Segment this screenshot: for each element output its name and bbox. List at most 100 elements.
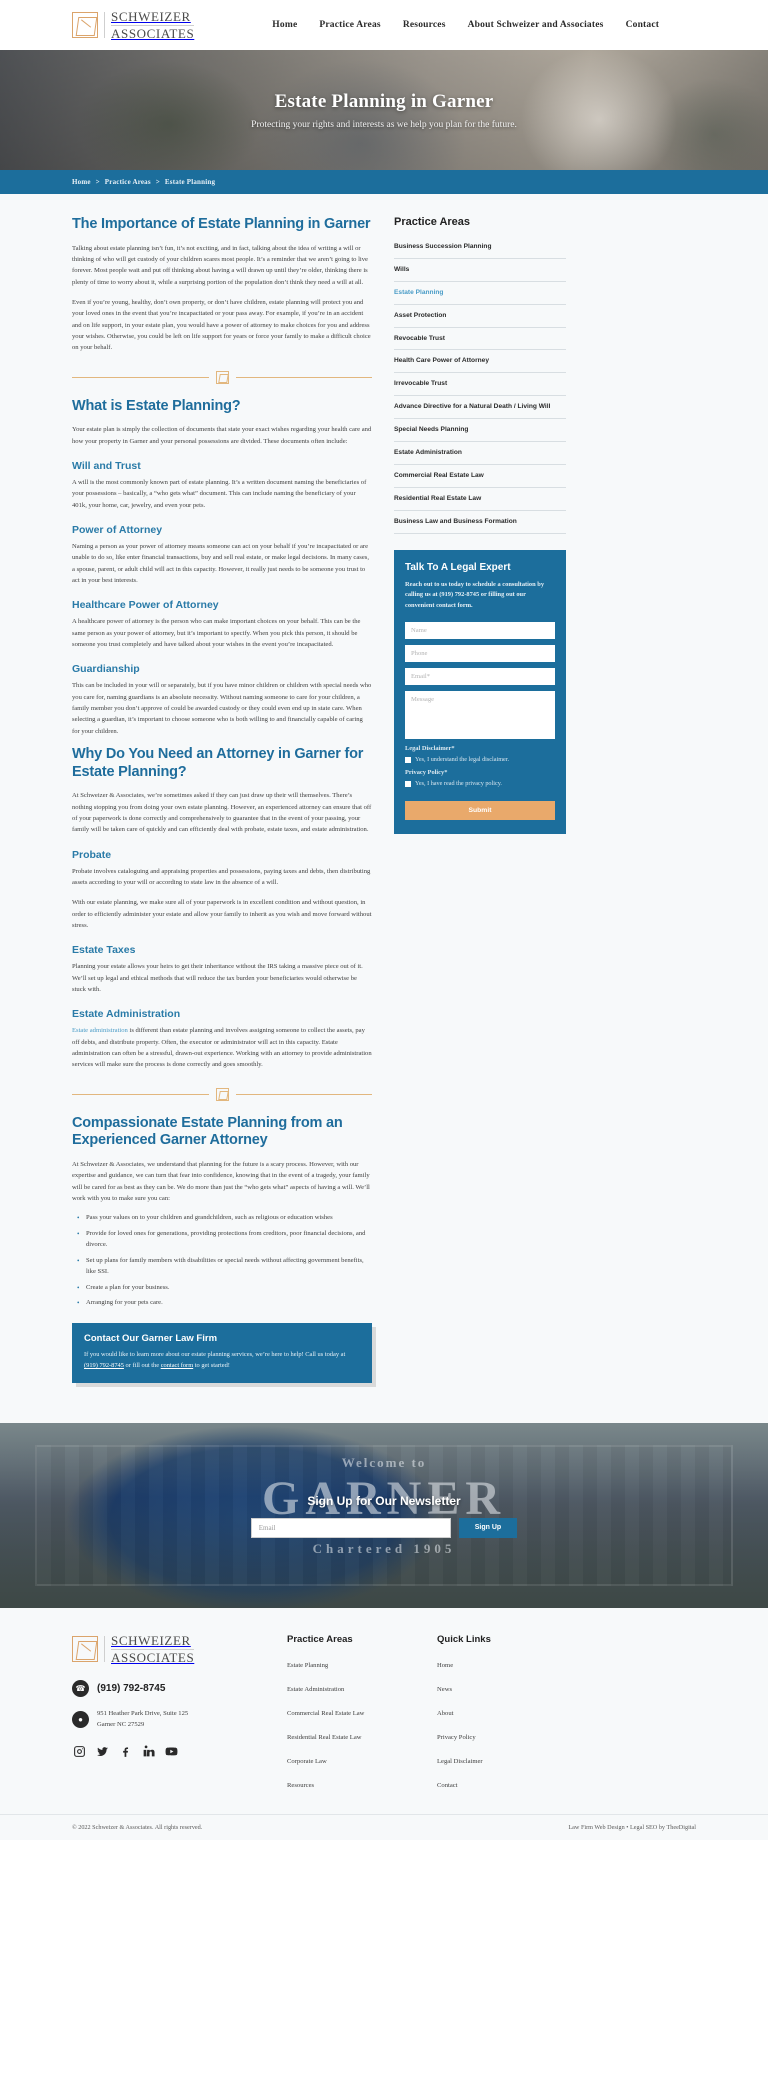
footer-link-residential-real-estate-law[interactable]: Residential Real Estate Law [287,1734,362,1741]
breadcrumb-bar: Home > Practice Areas > Estate Planning [0,170,768,194]
heading-what-is-estate-planning: What is Estate Planning? [72,397,241,414]
linkedin-icon[interactable] [141,1744,155,1758]
breadcrumb: Home > Practice Areas > Estate Planning [72,178,215,186]
footer-link-news[interactable]: News [437,1686,452,1693]
credit-seo-link[interactable]: Legal SEO by TheeDigital [630,1824,696,1831]
list-item: Special Needs Planning [394,419,566,443]
privacy-policy-checkbox-row[interactable]: Yes, I have read the privacy policy. [405,780,555,787]
nav-item-practice-areas[interactable]: Practice Areas [319,20,380,30]
list-item: Legal Disclaimer [437,1750,562,1768]
sidebar-item-advance-directive[interactable]: Advance Directive for a Natural Death / … [394,396,566,418]
logo-mark-icon [72,12,98,38]
legal-expert-form: Talk To A Legal Expert Reach out to us t… [394,549,566,835]
nav-item-about[interactable]: About Schweizer and Associates [468,20,604,30]
name-field[interactable] [405,622,555,640]
footer-link-estate-administration[interactable]: Estate Administration [287,1686,344,1693]
estate-administration-link[interactable]: Estate administration [72,1027,128,1034]
footer-link-legal-disclaimer[interactable]: Legal Disclaimer [437,1758,483,1765]
heading-power-of-attorney: Power of Attorney [72,523,163,536]
site-header: SCHWEIZER ASSOCIATES Home Practice Areas… [0,0,768,50]
cta-text-middle: or fill out the [123,1361,161,1369]
footer-phone[interactable]: (919) 792-8745 [97,1683,165,1694]
sidebar-item-health-care-power-of-attorney[interactable]: Health Care Power of Attorney [394,350,566,372]
message-field[interactable] [405,691,555,740]
checkbox-icon[interactable] [405,780,411,787]
sidebar-item-asset-protection[interactable]: Asset Protection [394,305,566,327]
facebook-icon[interactable] [118,1744,132,1758]
heading-estate-administration: Estate Administration [72,1008,181,1021]
paragraph-estate-taxes: Planning your estate allows your heirs t… [72,963,363,993]
list-item: Estate Administration [394,442,566,465]
submit-button[interactable]: Submit [405,801,555,821]
youtube-icon[interactable] [164,1744,178,1758]
credits: Law Firm Web Design • Legal SEO by TheeD… [568,1824,696,1831]
intro-paragraph-2: Even if you’re young, healthy, don’t own… [72,299,371,352]
list-item: Commercial Real Estate Law [287,1702,437,1720]
footer-logo[interactable]: SCHWEIZER ASSOCIATES [72,1634,287,1664]
footer-link-about[interactable]: About [437,1710,453,1717]
divider-line-right [235,376,372,378]
sidebar-item-wills[interactable]: Wills [394,259,566,281]
footer-logo-line-2: ASSOCIATES [111,1649,195,1665]
twitter-icon[interactable] [95,1744,109,1758]
newsletter-email-input[interactable] [250,1517,451,1538]
list-item: Advance Directive for a Natural Death / … [394,396,566,420]
value-list: Pass your values on to your children and… [72,1213,372,1310]
instagram-icon[interactable] [72,1744,86,1758]
footer-link-estate-planning[interactable]: Estate Planning [287,1662,328,1669]
sidebar-item-irrevocable-trust[interactable]: Irrevocable Trust [394,373,566,395]
divider-ornament-icon [215,370,229,384]
footer-link-resources[interactable]: Resources [287,1782,314,1789]
cta-text-before: If you would like to learn more about ou… [84,1351,346,1359]
page-title: The Importance of Estate Planning in Gar… [72,216,371,232]
nav-item-home[interactable]: Home [272,20,297,30]
sidebar-item-commercial-real-estate-law[interactable]: Commercial Real Estate Law [394,465,566,487]
legal-disclaimer-checkbox-row[interactable]: Yes, I understand the legal disclaimer. [405,756,555,763]
nav-item-contact[interactable]: Contact [626,20,660,30]
list-item: Provide for loved ones for generations, … [77,1229,372,1251]
list-item: Privacy Policy [437,1726,562,1744]
footer-quick-links-title: Quick Links [437,1634,491,1646]
garner-sign-chartered-text: Chartered 1905 [312,1541,456,1557]
nav-item-resources[interactable]: Resources [403,20,446,30]
breadcrumb-practice-areas[interactable]: Practice Areas [105,178,151,186]
sidebar-item-residential-real-estate-law[interactable]: Residential Real Estate Law [394,488,566,510]
footer-link-privacy-policy[interactable]: Privacy Policy [437,1734,476,1741]
footer-link-contact[interactable]: Contact [437,1782,458,1789]
ornamental-divider [72,370,372,384]
breadcrumb-home[interactable]: Home [72,178,91,186]
cta-phone-link[interactable]: (919) 792-8745 [84,1362,124,1369]
sidebar-item-business-succession-planning[interactable]: Business Succession Planning [394,236,566,258]
sidebar-item-estate-planning[interactable]: Estate Planning [394,282,566,304]
sidebar-item-business-law-and-business-formation[interactable]: Business Law and Business Formation [394,511,566,533]
footer-link-home[interactable]: Home [437,1662,453,1669]
footer-link-commercial-real-estate-law[interactable]: Commercial Real Estate Law [287,1710,364,1717]
phone-icon: ☎ [72,1679,89,1697]
site-logo[interactable]: SCHWEIZER ASSOCIATES [72,10,195,41]
sidebar-item-revocable-trust[interactable]: Revocable Trust [394,328,566,350]
email-field[interactable] [405,668,555,686]
footer-link-corporate-law[interactable]: Corporate Law [287,1758,327,1765]
checkbox-icon[interactable] [405,756,411,763]
footer-practice-areas-list: Estate Planning Estate Administration Co… [287,1654,437,1792]
main-content: The Importance of Estate Planning in Gar… [72,216,372,1384]
logo-line-2: ASSOCIATES [111,25,195,41]
heading-probate: Probate [72,848,112,861]
divider-line-left [72,376,209,378]
paragraph-why-need-attorney: At Schweizer & Associates, we’re sometim… [72,792,372,834]
heading-will-and-trust: Will and Trust [72,459,141,472]
copyright-bar: © 2022 Schweizer & Associates. All right… [0,1814,768,1841]
cta-contact-form-link[interactable]: contact form [161,1362,193,1369]
sidebar-item-special-needs-planning[interactable]: Special Needs Planning [394,419,566,441]
newsletter-signup-button[interactable]: Sign Up [458,1517,518,1538]
list-item: Estate Planning [287,1654,437,1672]
phone-field[interactable] [405,645,555,663]
newsletter-banner: Welcome to GARNER Chartered 1905 Sign Up… [0,1423,768,1609]
credit-web-design-link[interactable]: Law Firm Web Design [568,1824,624,1831]
sidebar-item-estate-administration[interactable]: Estate Administration [394,442,566,464]
copyright-text: © 2022 Schweizer & Associates. All right… [72,1824,203,1832]
footer-address: 951 Heather Park Drive, Suite 125 Garner… [97,1709,188,1730]
footer-phone-row[interactable]: ☎ (919) 792-8745 [72,1679,287,1697]
footer-quick-links-list: Home News About Privacy Policy Legal Dis… [437,1654,562,1792]
cta-text: If you would like to learn more about ou… [84,1350,360,1371]
